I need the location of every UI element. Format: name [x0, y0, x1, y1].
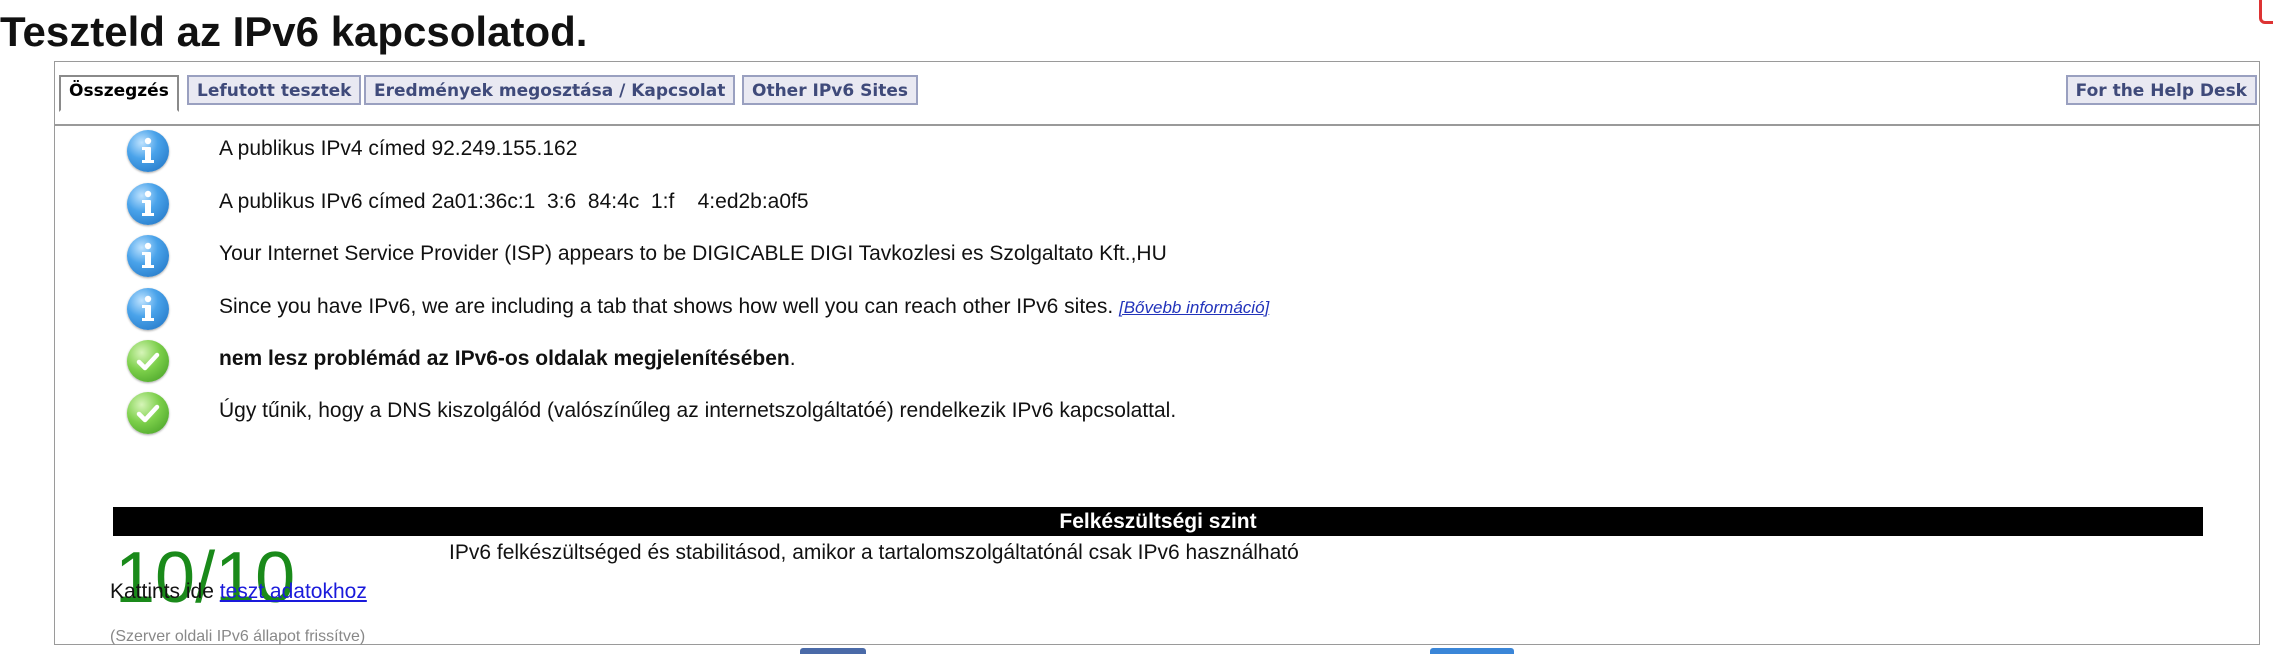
corner-badge-icon	[2259, 0, 2273, 24]
summary-item-ipv6-ok: nem lesz problémád az IPv6-os oldalak me…	[127, 340, 2207, 386]
tab-help-desk[interactable]: For the Help Desk	[2065, 75, 2257, 105]
tab-tests-run[interactable]: Lefutott tesztek	[187, 75, 362, 105]
server-status-note: (Szerver oldali IPv6 állapot frissítve)	[110, 628, 366, 645]
info-icon	[127, 235, 169, 277]
share-button-stub[interactable]	[1430, 648, 1514, 654]
more-info-link[interactable]: [Bővebb információ]	[1119, 298, 1269, 317]
readiness-description: IPv6 felkészültséged és stabilitásod, am…	[449, 541, 1299, 564]
readiness-header: Felkészültségi szint	[113, 507, 2203, 536]
summary-item-ipv4: A publikus IPv4 címed 92.249.155.162	[127, 130, 2207, 176]
info-icon	[127, 183, 169, 225]
share-button-stub[interactable]	[800, 648, 866, 654]
check-icon	[127, 392, 169, 434]
summary-item-isp: Your Internet Service Provider (ISP) app…	[127, 235, 2207, 281]
details-prefix: Kattints ide	[110, 580, 220, 603]
tab-share-results[interactable]: Eredmények megosztása / Kapcsolat	[364, 75, 736, 105]
test-details-line: Kattints ide teszt adatokhoz	[110, 579, 367, 605]
summary-text: A publikus IPv4 címed 92.249.155.162	[219, 137, 578, 160]
results-panel: Összegzés Lefutott tesztek Eredmények me…	[54, 61, 2260, 645]
info-icon	[127, 130, 169, 172]
info-icon	[127, 288, 169, 330]
summary-text: nem lesz problémád az IPv6-os oldalak me…	[219, 346, 796, 372]
summary-bold-text: nem lesz problémád az IPv6-os oldalak me…	[219, 347, 790, 370]
tab-summary[interactable]: Összegzés	[59, 75, 179, 112]
summary-text: A publikus IPv6 címed 2a01:36c:1 3:6 84:…	[219, 190, 809, 213]
tab-bar: Összegzés Lefutott tesztek Eredmények me…	[55, 62, 2259, 126]
summary-text-with-link: Since you have IPv6, we are including a …	[219, 294, 1269, 321]
summary-item-dns: Úgy tűnik, hogy a DNS kiszolgálód (valós…	[127, 392, 2207, 438]
check-icon	[127, 340, 169, 382]
readiness-score: 10/10	[115, 538, 296, 618]
page-title: Teszteld az IPv6 kapcsolatod.	[0, 8, 588, 55]
summary-text: Since you have IPv6, we are including a …	[219, 295, 1119, 318]
summary-text: Your Internet Service Provider (ISP) app…	[219, 242, 1167, 265]
summary-suffix: .	[789, 347, 796, 370]
summary-item-other-sites: Since you have IPv6, we are including a …	[127, 288, 2207, 334]
tab-other-ipv6-sites[interactable]: Other IPv6 Sites	[742, 75, 918, 105]
test-data-link[interactable]: teszt adatokhoz	[220, 580, 367, 603]
summary-item-ipv6: A publikus IPv6 címed 2a01:36c:1 3:6 84:…	[127, 183, 2207, 229]
summary-text: Úgy tűnik, hogy a DNS kiszolgálód (valós…	[219, 399, 1177, 422]
